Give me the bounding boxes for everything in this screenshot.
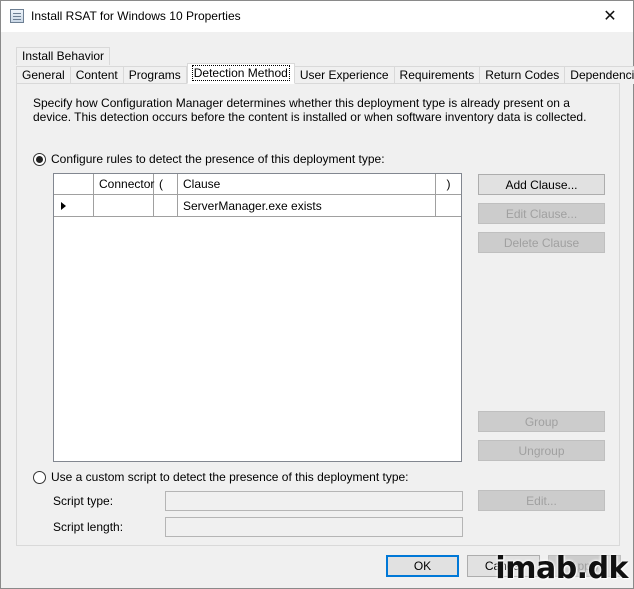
title-bar[interactable]: Install RSAT for Windows 10 Properties ✕: [1, 1, 633, 32]
custom-script-option[interactable]: Use a custom script to detect the presen…: [33, 470, 409, 484]
tab-install-behavior[interactable]: Install Behavior: [16, 47, 111, 65]
edit-script-button[interactable]: Edit...: [478, 490, 605, 511]
tab-detection-method-label: Detection Method: [191, 65, 290, 81]
ok-button[interactable]: OK: [386, 555, 459, 577]
configure-rules-option[interactable]: Configure rules to detect the presence o…: [33, 152, 385, 166]
tab-general[interactable]: General: [16, 66, 71, 84]
script-type-label: Script type:: [53, 494, 114, 508]
column-header-connector[interactable]: Connector: [94, 174, 154, 194]
tab-row-top: Install Behavior: [16, 47, 111, 65]
grid-header: Connector ( Clause ): [54, 174, 461, 195]
add-clause-button[interactable]: Add Clause...: [478, 174, 605, 195]
tab-programs[interactable]: Programs: [123, 66, 187, 84]
properties-window-icon: [10, 9, 24, 23]
tab-return-codes[interactable]: Return Codes: [480, 66, 566, 84]
row-selector-cell[interactable]: [54, 195, 94, 216]
ungroup-button[interactable]: Ungroup: [478, 440, 605, 461]
configure-rules-label: Configure rules to detect the presence o…: [51, 152, 385, 166]
clause-cell[interactable]: ServerManager.exe exists: [178, 195, 436, 216]
table-row[interactable]: ServerManager.exe exists: [54, 195, 461, 217]
configure-rules-radio[interactable]: [33, 152, 46, 166]
group-button[interactable]: Group: [478, 411, 605, 432]
close-paren-cell[interactable]: [436, 195, 461, 216]
tab-requirements[interactable]: Requirements: [394, 66, 481, 84]
clauses-grid[interactable]: Connector ( Clause ) ServerManager.exe e…: [53, 173, 462, 462]
open-paren-cell[interactable]: [154, 195, 178, 216]
column-header-selector: [54, 174, 94, 194]
connector-cell[interactable]: [94, 195, 154, 216]
custom-script-label: Use a custom script to detect the presen…: [51, 470, 409, 484]
window-title: Install RSAT for Windows 10 Properties: [31, 9, 241, 23]
row-selector-arrow-icon: [61, 201, 66, 210]
delete-clause-button[interactable]: Delete Clause: [478, 232, 605, 253]
close-button[interactable]: ✕: [587, 1, 633, 31]
watermark-logo: imab.dk: [495, 551, 628, 586]
script-type-field: [165, 491, 463, 511]
edit-clause-button[interactable]: Edit Clause...: [478, 203, 605, 224]
description-text: Specify how Configuration Manager determ…: [33, 96, 587, 124]
script-length-field: [165, 517, 463, 537]
detection-method-panel: Specify how Configuration Manager determ…: [16, 83, 620, 546]
tab-user-experience[interactable]: User Experience: [294, 66, 395, 84]
tab-detection-method[interactable]: Detection Method: [186, 63, 295, 84]
custom-script-radio[interactable]: [33, 470, 46, 484]
tab-dependencies[interactable]: Dependencies: [565, 66, 634, 84]
column-header-clause[interactable]: Clause: [178, 174, 436, 194]
properties-dialog: Install RSAT for Windows 10 Properties ✕…: [0, 0, 634, 589]
column-header-close-paren[interactable]: ): [436, 174, 461, 194]
tab-row-bottom: General Content Programs Detection Metho…: [16, 63, 634, 84]
column-header-open-paren[interactable]: (: [154, 174, 178, 194]
script-length-label: Script length:: [53, 520, 124, 534]
tab-content[interactable]: Content: [70, 66, 124, 84]
